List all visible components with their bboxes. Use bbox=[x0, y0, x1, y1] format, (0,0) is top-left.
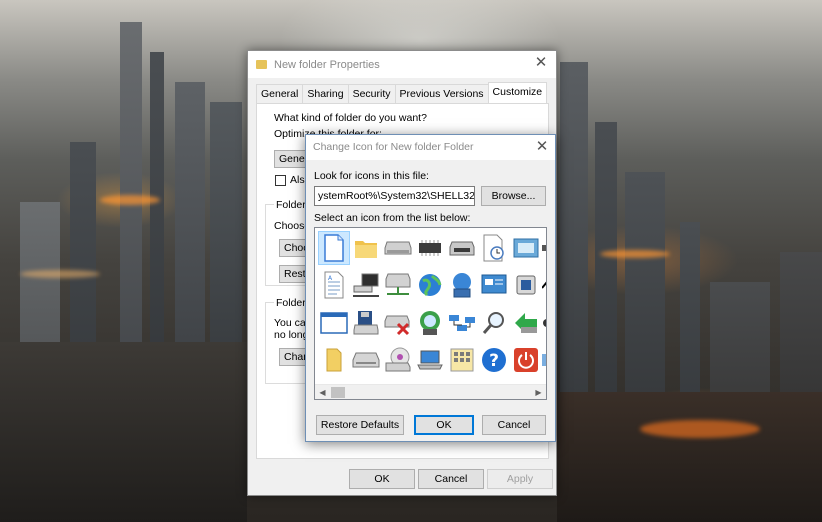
select-icon-label: Select an icon from the list below: bbox=[314, 212, 471, 224]
change-icon-titlebar[interactable]: Change Icon for New folder Folder ✕ bbox=[306, 135, 555, 160]
properties-tabs: General Sharing Security Previous Versio… bbox=[256, 82, 548, 103]
properties-buttons: OK Cancel Apply bbox=[248, 469, 556, 489]
properties-title: New folder Properties bbox=[274, 58, 380, 71]
tab-security[interactable]: Security bbox=[347, 84, 396, 103]
drive-error-icon[interactable] bbox=[382, 306, 414, 340]
magnifier-icon[interactable] bbox=[478, 306, 510, 340]
folder-small-icon[interactable] bbox=[318, 343, 350, 377]
ok-button[interactable]: OK bbox=[349, 469, 415, 489]
partial-icon[interactable] bbox=[542, 306, 546, 340]
system-icon[interactable] bbox=[510, 268, 542, 302]
close-icon[interactable]: ✕ bbox=[535, 139, 549, 154]
network-cd-icon[interactable] bbox=[414, 306, 446, 340]
network-computer-icon[interactable] bbox=[350, 268, 382, 302]
look-for-label: Look for icons in this file: bbox=[314, 170, 429, 182]
restore-defaults-button[interactable]: Restore Defaults bbox=[316, 415, 404, 435]
network-globe-icon[interactable] bbox=[446, 268, 478, 302]
chip-icon[interactable] bbox=[414, 231, 446, 265]
monitor-window-icon[interactable] bbox=[478, 268, 510, 302]
tab-previous-versions[interactable]: Previous Versions bbox=[394, 84, 489, 103]
hard-drive-icon[interactable] bbox=[350, 343, 382, 377]
dialog-ok-button[interactable]: OK bbox=[414, 415, 474, 435]
also-apply-checkbox[interactable] bbox=[275, 175, 286, 186]
tab-customize[interactable]: Customize bbox=[487, 82, 548, 103]
help-icon[interactable]: ? bbox=[478, 343, 510, 377]
floppy-drive-icon[interactable] bbox=[350, 306, 382, 340]
cd-drive-icon[interactable] bbox=[382, 343, 414, 377]
close-icon[interactable]: ✕ bbox=[534, 55, 548, 70]
cancel-button[interactable]: Cancel bbox=[418, 469, 484, 489]
properties-titlebar[interactable]: New folder Properties ✕ bbox=[248, 51, 556, 78]
laptop-icon[interactable] bbox=[414, 343, 446, 377]
shortcut-icon[interactable] bbox=[542, 268, 546, 302]
scroll-right-icon[interactable]: ▶ bbox=[531, 385, 546, 399]
globe-icon[interactable] bbox=[414, 268, 446, 302]
partial-icon[interactable] bbox=[542, 231, 546, 265]
text-document-icon[interactable]: A bbox=[318, 268, 350, 302]
scrollbar-thumb[interactable] bbox=[331, 387, 345, 398]
control-grid-icon[interactable] bbox=[446, 343, 478, 377]
blank-document-icon[interactable] bbox=[318, 231, 350, 265]
icon-list-scrollbar[interactable]: ◀ ▶ bbox=[315, 384, 546, 399]
folder-type-question: What kind of folder do you want? bbox=[274, 112, 427, 124]
printer-drive-icon[interactable] bbox=[446, 231, 478, 265]
folder-icon bbox=[256, 60, 267, 69]
browse-button[interactable]: Browse... bbox=[481, 186, 546, 206]
icon-file-path-input[interactable]: ystemRoot%\System32\SHELL32.dll bbox=[314, 186, 475, 206]
arrow-icon[interactable] bbox=[510, 306, 542, 340]
folder-icon[interactable] bbox=[350, 231, 382, 265]
control-panel-icon[interactable] bbox=[510, 231, 542, 265]
apply-button[interactable]: Apply bbox=[487, 469, 553, 489]
network-link-icon[interactable] bbox=[446, 306, 478, 340]
change-icon-dialog: Change Icon for New folder Folder ✕ Look… bbox=[305, 134, 556, 442]
network-drive-icon[interactable] bbox=[382, 268, 414, 302]
dialog-cancel-button[interactable]: Cancel bbox=[482, 415, 546, 435]
svg-text:?: ? bbox=[489, 351, 499, 371]
clock-document-icon[interactable] bbox=[478, 231, 510, 265]
tab-sharing[interactable]: Sharing bbox=[302, 84, 349, 103]
power-icon[interactable] bbox=[510, 343, 542, 377]
drive-icon[interactable] bbox=[382, 231, 414, 265]
icon-list[interactable]: A ? ◀ ▶ bbox=[314, 227, 547, 400]
change-icon-title: Change Icon for New folder Folder bbox=[313, 141, 474, 153]
scroll-left-icon[interactable]: ◀ bbox=[315, 385, 330, 399]
window-icon[interactable] bbox=[318, 306, 350, 340]
icon-grid: A ? bbox=[317, 230, 546, 385]
partial-icon[interactable] bbox=[542, 343, 546, 377]
tab-general[interactable]: General bbox=[256, 84, 304, 103]
